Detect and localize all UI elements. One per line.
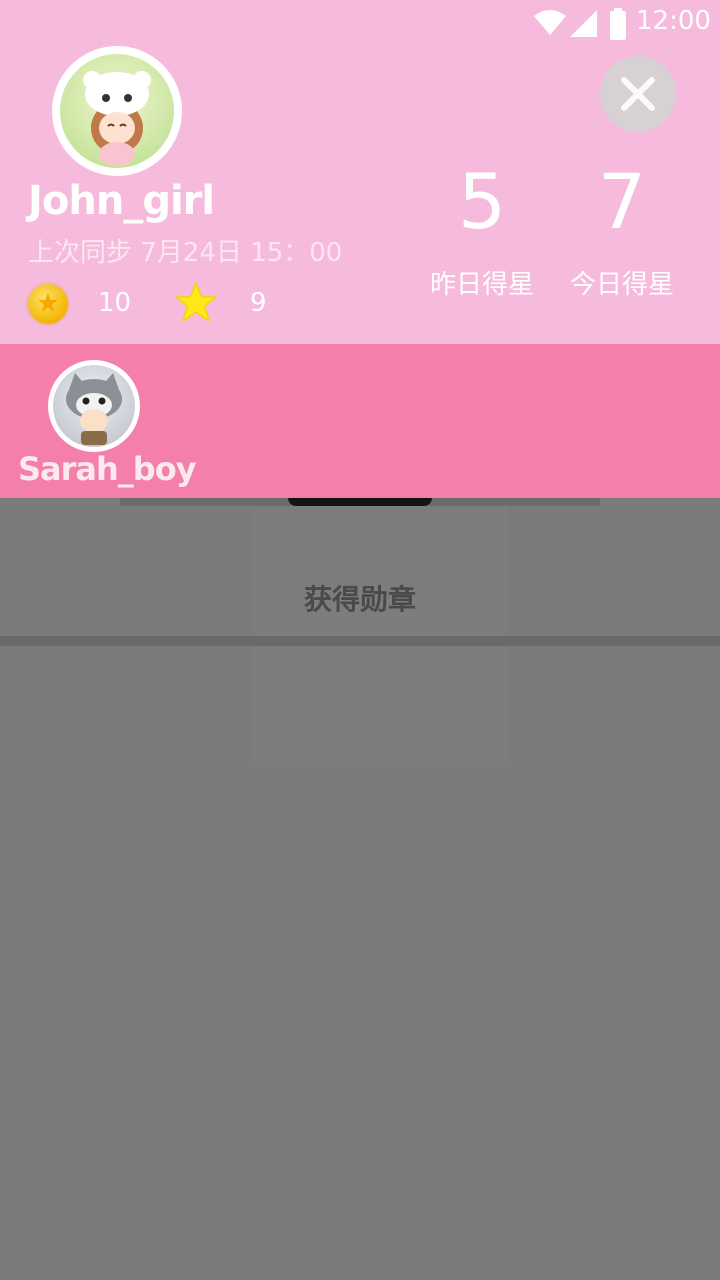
battery-icon bbox=[610, 8, 626, 40]
dimmed-tab bbox=[288, 498, 432, 506]
username: John_girl bbox=[28, 178, 215, 224]
close-button[interactable] bbox=[600, 56, 676, 132]
close-icon bbox=[621, 77, 655, 111]
star-icon bbox=[175, 282, 217, 322]
yesterday-stars-stat: 5 昨日得星 bbox=[412, 160, 552, 301]
second-account-avatar[interactable] bbox=[48, 360, 140, 452]
today-stars-value: 7 bbox=[597, 157, 647, 246]
today-stars-stat: 7 今日得星 bbox=[552, 160, 692, 301]
wifi-icon bbox=[534, 10, 566, 35]
avatar-image bbox=[60, 54, 174, 168]
last-sync-time: 上次同步 7月24日 15：00 bbox=[28, 238, 343, 268]
status-bar: 12:00 bbox=[0, 0, 720, 48]
today-stars-label: 今日得星 bbox=[569, 270, 674, 300]
star-count: 9 bbox=[250, 288, 267, 318]
badges-title: 获得勋章 bbox=[303, 583, 416, 616]
badges-section: 获得勋章 bbox=[0, 506, 720, 636]
account-switcher: Sarah_boy bbox=[0, 344, 720, 498]
profile-panel: John_girl 上次同步 7月24日 15：00 10 9 5 昨日得星 7… bbox=[0, 0, 720, 344]
coin-icon bbox=[28, 284, 68, 324]
divider bbox=[0, 636, 720, 646]
second-account-name: Sarah_boy bbox=[18, 450, 197, 488]
avatar[interactable] bbox=[52, 46, 182, 176]
second-avatar-image bbox=[53, 365, 135, 447]
coin-count: 10 bbox=[98, 288, 132, 318]
yesterday-stars-value: 5 bbox=[457, 157, 507, 246]
clock-time: 12:00 bbox=[636, 6, 711, 36]
signal-icon bbox=[570, 10, 597, 37]
yesterday-stars-label: 昨日得星 bbox=[429, 270, 534, 300]
